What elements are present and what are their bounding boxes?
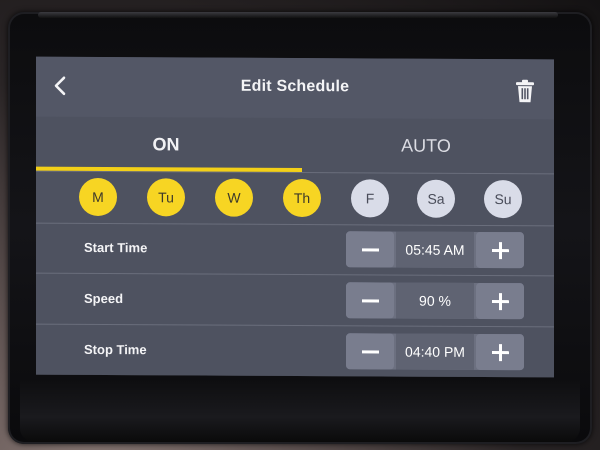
speed-decrement-button[interactable] xyxy=(346,282,394,319)
day-saturday[interactable]: Sa xyxy=(417,179,455,218)
tab-bar: ON AUTO xyxy=(36,116,554,175)
header-bar: Edit Schedule xyxy=(36,56,554,120)
minus-icon xyxy=(362,248,379,252)
bezel-shine xyxy=(38,12,558,18)
stop-time-row: Stop Time 04:40 PM xyxy=(36,324,554,378)
start-time-row: Start Time 05:45 AM xyxy=(36,222,554,277)
day-wednesday[interactable]: W xyxy=(215,178,253,217)
speed-stepper: 90 % xyxy=(346,282,524,320)
stop-time-increment-button[interactable] xyxy=(476,333,524,371)
page-title: Edit Schedule xyxy=(240,77,350,96)
tab-on[interactable]: ON xyxy=(36,117,296,172)
minus-icon xyxy=(362,350,379,354)
day-selector: M Tu W Th F Sa Su xyxy=(36,170,554,227)
start-time-label: Start Time xyxy=(84,239,148,256)
start-time-value: 05:45 AM xyxy=(396,231,474,268)
day-tuesday[interactable]: Tu xyxy=(147,178,185,217)
speed-increment-button[interactable] xyxy=(476,282,524,320)
day-thursday[interactable]: Th xyxy=(283,178,321,218)
stop-time-value: 04:40 PM xyxy=(396,333,474,370)
speed-row: Speed 90 % xyxy=(36,273,554,328)
tab-auto[interactable]: AUTO xyxy=(296,118,554,173)
start-time-decrement-button[interactable] xyxy=(346,231,394,268)
speed-label: Speed xyxy=(84,290,124,307)
minus-icon xyxy=(362,299,379,303)
day-sunday[interactable]: Su xyxy=(484,179,522,219)
touch-screen: Edit Schedule ON AUTO M Tu W Th F Sa Su … xyxy=(36,56,554,378)
trash-icon[interactable] xyxy=(514,79,536,103)
stop-time-stepper: 04:40 PM xyxy=(346,333,524,371)
device-bottom-bezel xyxy=(20,380,580,442)
stop-time-decrement-button[interactable] xyxy=(346,333,394,370)
day-friday[interactable]: F xyxy=(351,179,389,218)
speed-value: 90 % xyxy=(396,282,474,319)
start-time-increment-button[interactable] xyxy=(476,231,524,269)
start-time-stepper: 05:45 AM xyxy=(346,231,524,269)
stop-time-label: Stop Time xyxy=(84,341,147,358)
day-monday[interactable]: M xyxy=(79,177,117,217)
